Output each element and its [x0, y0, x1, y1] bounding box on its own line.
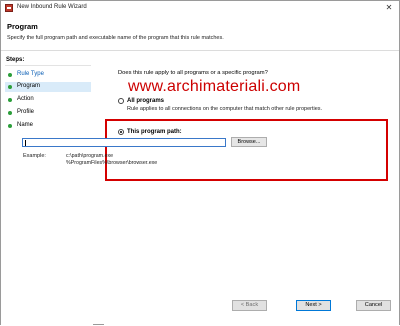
- page-header: Program Specify the full program path an…: [1, 15, 399, 51]
- steps-panel: Steps: Rule Type Program Action Profile …: [1, 51, 93, 326]
- step-label: Rule Type: [17, 71, 44, 77]
- step-label: Name: [17, 122, 34, 128]
- text-cursor: [25, 140, 26, 146]
- window-title: New Inbound Rule Wizard: [17, 4, 87, 10]
- step-label: Action: [17, 96, 34, 102]
- step-status-icon: [8, 124, 12, 128]
- title-bar: New Inbound Rule Wizard ✕: [1, 1, 399, 15]
- step-profile: Profile: [5, 108, 91, 118]
- example-path-2: %ProgramFiles%\browser\browser.exe: [66, 160, 158, 166]
- all-programs-label[interactable]: All programs: [127, 98, 164, 104]
- page-subtitle: Specify the full program path and execut…: [7, 35, 224, 41]
- watermark-text: www.archimateriali.com: [128, 78, 301, 95]
- program-path-input[interactable]: [22, 138, 226, 147]
- step-action: Action: [5, 95, 91, 105]
- example-path-1: c:\path\program.exe: [66, 153, 114, 159]
- step-status-icon: [8, 85, 12, 89]
- next-button[interactable]: Next >: [296, 300, 331, 311]
- scope-question: Does this rule apply to all programs or …: [118, 70, 268, 76]
- steps-heading: Steps:: [6, 57, 25, 63]
- browse-button[interactable]: Browse...: [231, 137, 267, 147]
- back-button[interactable]: < Back: [232, 300, 267, 311]
- steps-divider: [5, 65, 91, 66]
- program-path-radio[interactable]: [118, 129, 124, 135]
- close-button[interactable]: ✕: [383, 3, 395, 13]
- step-label: Profile: [17, 109, 35, 115]
- step-label: Program: [17, 83, 41, 89]
- step-status-icon: [8, 98, 12, 102]
- program-path-label[interactable]: This program path:: [127, 129, 182, 135]
- wizard-window: New Inbound Rule Wizard ✕ Program Specif…: [0, 0, 400, 326]
- step-rule-type[interactable]: Rule Type: [5, 70, 91, 80]
- all-programs-description: Rule applies to all connections on the c…: [127, 106, 323, 112]
- step-program[interactable]: Program: [5, 82, 91, 92]
- cancel-button[interactable]: Cancel: [356, 300, 391, 311]
- firewall-icon: [5, 4, 13, 12]
- step-status-icon: [8, 111, 12, 115]
- step-status-icon: [8, 73, 12, 77]
- page-title: Program: [7, 22, 38, 31]
- main-content: Does this rule apply to all programs or …: [104, 51, 399, 326]
- example-label: Example:: [23, 153, 46, 159]
- step-name: Name: [5, 121, 91, 131]
- all-programs-radio[interactable]: [118, 98, 124, 104]
